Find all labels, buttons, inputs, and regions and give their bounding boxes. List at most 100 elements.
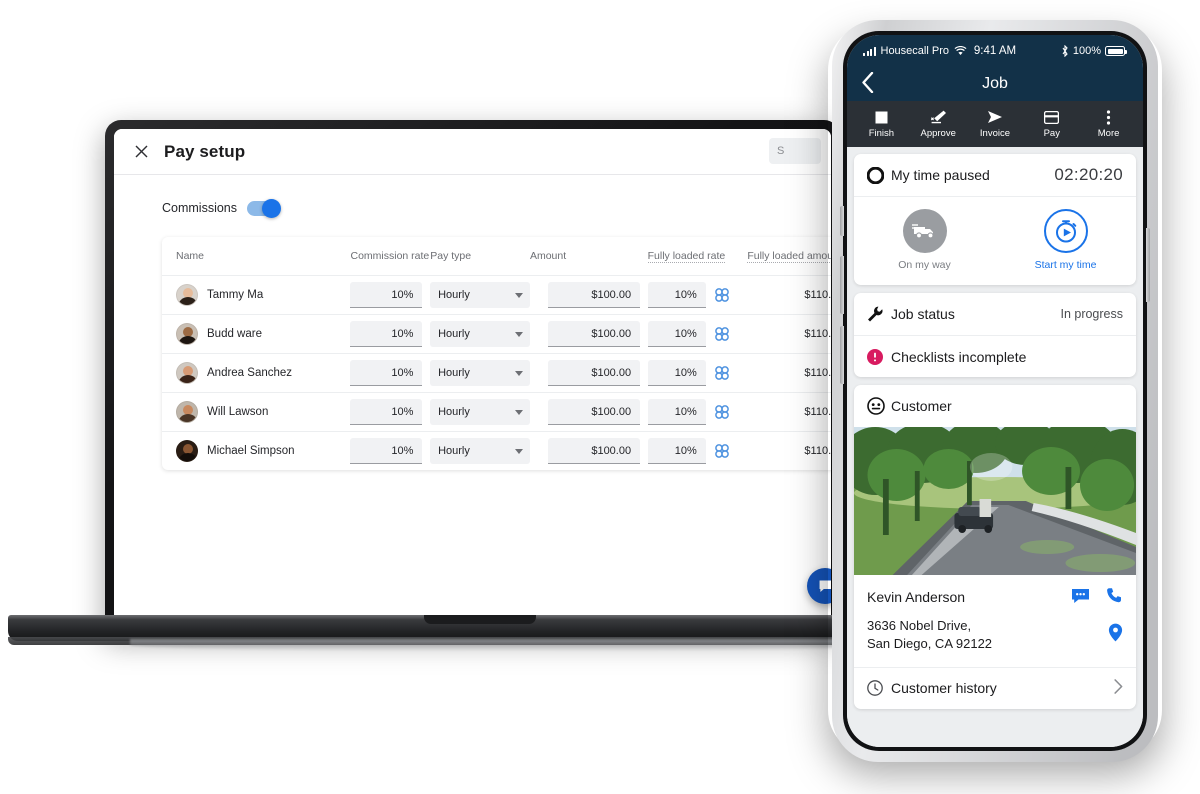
- commissions-label: Commissions: [162, 201, 238, 215]
- commission-rate-input[interactable]: 10%: [350, 360, 423, 386]
- message-bubble-icon[interactable]: [1071, 588, 1090, 607]
- table-body: Tammy Ma10%Hourly$100.0010%$110.00Budd w…: [162, 275, 831, 470]
- customer-history-row[interactable]: Customer history: [854, 666, 1136, 709]
- fully-loaded-rate-input[interactable]: 10%: [647, 360, 706, 386]
- quick-action-on-my-way[interactable]: On my way: [854, 209, 995, 271]
- nav-title: Job: [982, 75, 1008, 92]
- wifi-icon: [954, 46, 967, 55]
- action-pay[interactable]: Pay: [1025, 110, 1079, 139]
- cell-pay-type: Hourly: [430, 360, 531, 386]
- map-pin-icon[interactable]: [1108, 623, 1123, 647]
- send-arrow-icon: [987, 110, 1003, 125]
- link-grid-icon[interactable]: [714, 443, 730, 459]
- cell-name: Michael Simpson: [176, 440, 350, 462]
- status-bar: Housecall Pro 9:41 AM 100%: [847, 35, 1143, 67]
- laptop-lid: Pay setup S Commissions Name Commission …: [105, 120, 840, 632]
- laptop-device: Pay setup S Commissions Name Commission …: [0, 120, 952, 680]
- cell-name: Will Lawson: [176, 401, 350, 423]
- volume-up-button[interactable]: [840, 256, 844, 314]
- amount-input[interactable]: $100.00: [548, 399, 641, 425]
- column-header-pay-type: Pay type: [430, 250, 472, 262]
- cell-pay-type: Hourly: [430, 321, 531, 347]
- commission-rate-input[interactable]: 10%: [350, 321, 423, 347]
- timer-status-row[interactable]: My time paused 02:20:20: [854, 154, 1136, 196]
- chevron-down-icon: [515, 448, 524, 454]
- pay-type-select[interactable]: Hourly: [430, 282, 531, 308]
- search-input[interactable]: S: [769, 138, 821, 164]
- link-grid-icon[interactable]: [714, 326, 730, 342]
- action-label: More: [1097, 127, 1120, 139]
- mute-switch-button[interactable]: [840, 206, 844, 236]
- screenshot-stage: Pay setup S Commissions Name Commission …: [0, 0, 1200, 794]
- job-content[interactable]: My time paused 02:20:20 On my way Start …: [847, 147, 1143, 747]
- link-grid-icon[interactable]: [714, 365, 730, 381]
- pay-type-select[interactable]: Hourly: [430, 399, 531, 425]
- amount-input[interactable]: $100.00: [548, 438, 641, 464]
- checklists-alert-row[interactable]: Checklists incomplete: [854, 335, 1136, 377]
- pay-type-value: Hourly: [438, 445, 470, 457]
- avatar: [176, 440, 198, 462]
- cell-amount: $100.00: [530, 360, 648, 386]
- link-grid-icon[interactable]: [714, 404, 730, 420]
- link-grid-icon[interactable]: [714, 287, 730, 303]
- user-name: Andrea Sanchez: [207, 367, 293, 379]
- quick-action-start-my-time[interactable]: Start my time: [995, 209, 1136, 271]
- page-title: Pay setup: [164, 141, 246, 161]
- fully-loaded-amount-value: $110.00: [804, 406, 831, 418]
- cell-commission-rate: 10%: [350, 360, 430, 386]
- street-view-photo[interactable]: [854, 427, 1136, 575]
- amount-input[interactable]: $100.00: [548, 321, 641, 347]
- commission-rate-input[interactable]: 10%: [350, 438, 423, 464]
- fully-loaded-rate-input[interactable]: 10%: [647, 399, 706, 425]
- cell-amount: $100.00: [530, 438, 648, 464]
- commission-rate-input[interactable]: 10%: [350, 282, 423, 308]
- user-name: Budd ware: [207, 328, 262, 340]
- battery-full-icon: [1105, 46, 1127, 56]
- cell-fully-loaded-rate: 10%: [647, 282, 748, 308]
- pay-type-select[interactable]: Hourly: [430, 438, 531, 464]
- chevron-down-icon: [515, 331, 524, 337]
- avatar: [176, 284, 198, 306]
- cell-name: Budd ware: [176, 323, 350, 345]
- app-titlebar: Pay setup S: [114, 129, 831, 175]
- cell-commission-rate: 10%: [350, 282, 430, 308]
- customer-history-label: Customer history: [891, 680, 997, 697]
- customer-face-icon: [867, 397, 889, 415]
- avatar: [176, 362, 198, 384]
- action-label: Pay: [1043, 127, 1060, 139]
- avatar: [176, 401, 198, 423]
- close-icon[interactable]: [132, 143, 150, 161]
- cell-amount: $100.00: [530, 282, 648, 308]
- fully-loaded-rate-input[interactable]: 10%: [647, 282, 706, 308]
- user-name: Will Lawson: [207, 406, 269, 418]
- fully-loaded-rate-input[interactable]: 10%: [647, 438, 706, 464]
- checklists-alert-label: Checklists incomplete: [891, 348, 1027, 365]
- pay-type-select[interactable]: Hourly: [430, 360, 531, 386]
- commission-rate-input[interactable]: 10%: [350, 399, 423, 425]
- pay-type-select[interactable]: Hourly: [430, 321, 531, 347]
- nav-bar: Job: [847, 67, 1143, 101]
- job-status-card: Job status In progress Checklists incomp…: [854, 293, 1136, 377]
- job-status-label: Job status: [891, 306, 955, 322]
- amount-input[interactable]: $100.00: [548, 360, 641, 386]
- action-finish[interactable]: Finish: [854, 110, 908, 139]
- action-approve[interactable]: Approve: [911, 110, 965, 139]
- commissions-toggle[interactable]: [247, 198, 282, 218]
- amount-input[interactable]: $100.00: [548, 282, 641, 308]
- pay-type-value: Hourly: [438, 289, 470, 301]
- cell-name: Tammy Ma: [176, 284, 350, 306]
- phone-icon[interactable]: [1106, 587, 1123, 607]
- chevron-left-icon[interactable]: [861, 71, 874, 97]
- cell-pay-type: Hourly: [430, 399, 531, 425]
- volume-down-button[interactable]: [840, 326, 844, 384]
- job-status-row[interactable]: Job status In progress: [854, 293, 1136, 335]
- signal-bars-icon: [863, 46, 876, 56]
- laptop-base-shadow: [130, 639, 890, 651]
- fully-loaded-rate-input[interactable]: 10%: [647, 321, 706, 347]
- action-more[interactable]: More: [1082, 109, 1136, 139]
- fully-loaded-amount-value: $110.00: [804, 367, 831, 379]
- fully-loaded-amount-value: $110.00: [804, 328, 831, 340]
- power-button[interactable]: [1146, 228, 1150, 302]
- action-invoice[interactable]: Invoice: [968, 110, 1022, 139]
- customer-name-row: Kevin Anderson: [867, 587, 1123, 607]
